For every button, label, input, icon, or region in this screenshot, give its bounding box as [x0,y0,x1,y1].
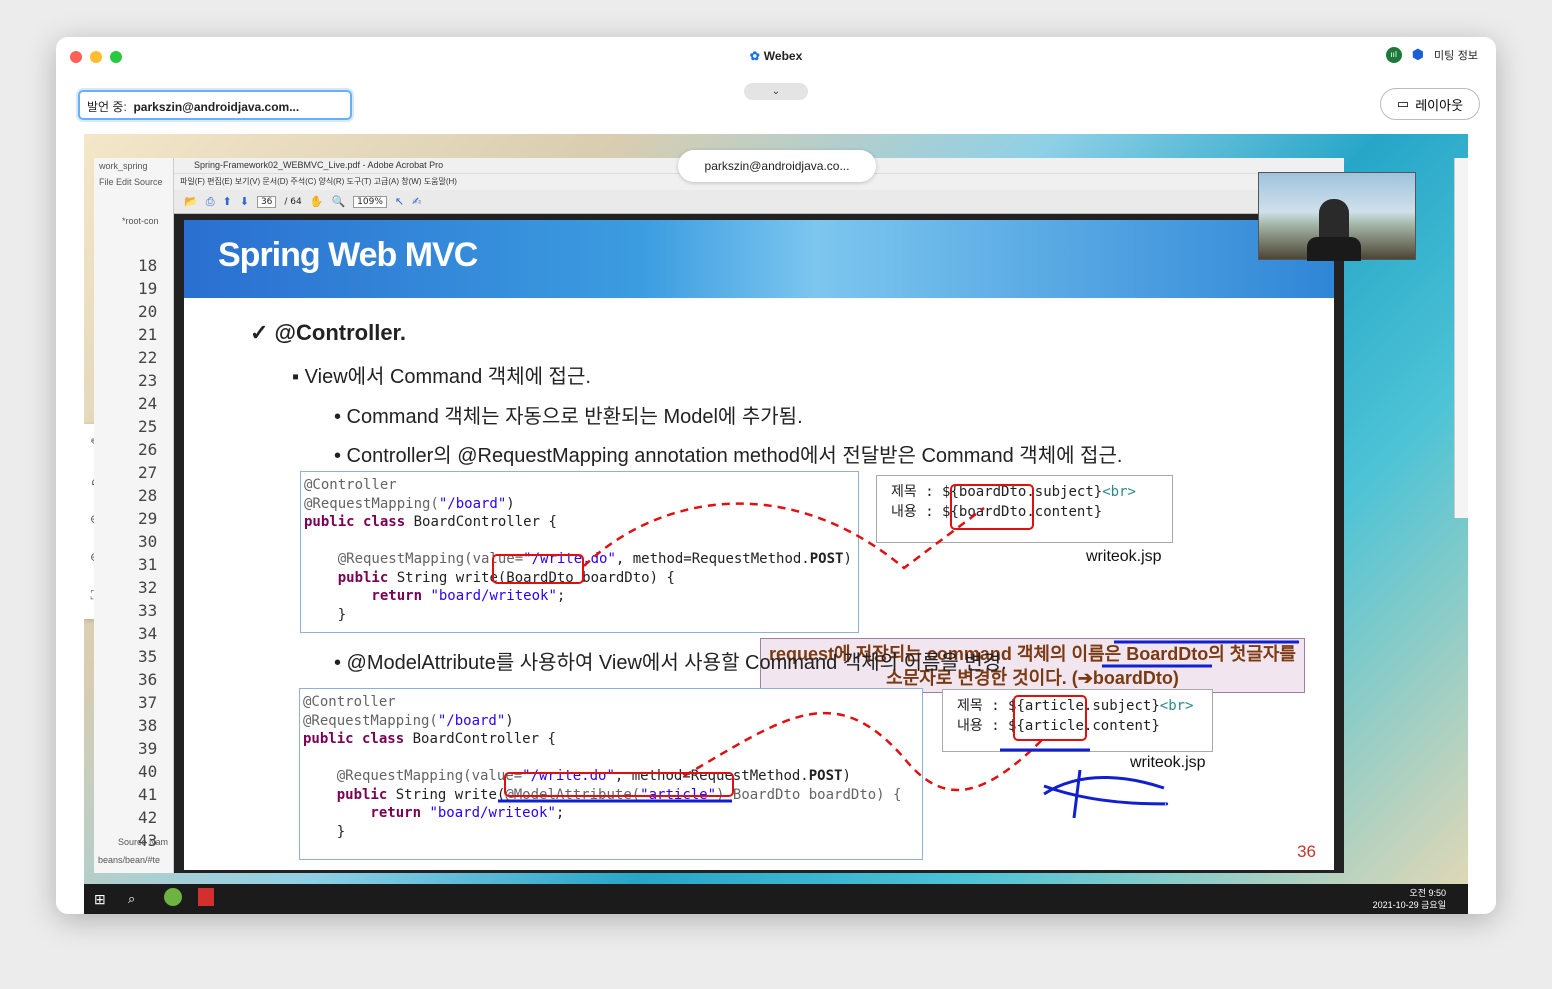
line-number: 36 [138,670,158,689]
self-video-thumbnail[interactable] [1258,172,1416,261]
line-number: 42 [138,808,158,827]
page-current-field[interactable]: 36 [256,195,277,208]
line-number: 28 [138,486,158,505]
jsp-caption-1: writeok.jsp [1086,548,1162,565]
ide-bottom-tabs[interactable]: Source Nam [118,837,168,847]
eclipse-ide-window: work_spring File Edit Source *root-con 1… [94,158,174,873]
page-total: / 64 [284,196,302,207]
hand-icon[interactable]: ✋ [310,195,324,208]
page-number: 36 [1297,842,1316,861]
bullet-2: • Command 객체는 자동으로 반환되는 Model에 추가됨. [334,406,803,428]
line-number: 38 [138,716,158,735]
acrobat-task-icon[interactable] [198,888,214,906]
line-number: 40 [138,762,158,781]
line-number: 18 [138,256,158,275]
shield-icon[interactable]: ⬢ [1412,47,1424,63]
slide-banner: Spring Web MVC [184,220,1334,298]
line-number: 22 [138,348,158,367]
print-icon[interactable]: ⎙ [206,195,215,209]
active-speaker-indicator: 발언 중: parkszin@androidjava.com... [78,90,352,120]
chevron-down-icon[interactable]: ⌄ [744,83,808,100]
right-toolbar [1454,158,1468,518]
sign-icon[interactable]: ✍ [412,195,421,208]
spring-tool-icon[interactable] [164,888,182,906]
pdf-page: Spring Web MVC ✓ @Controller. ▪ View에서 C… [184,220,1334,870]
up-arrow-icon[interactable]: ⬆ [223,195,232,208]
ide-title: work_spring [99,161,148,171]
line-number: 32 [138,578,158,597]
line-number: 37 [138,693,158,712]
clock-date: 2021-10-29 금요일 [1372,900,1446,910]
line-number: 21 [138,325,158,344]
line-number: 19 [138,279,158,298]
connection-signal-icon[interactable]: ııl [1385,47,1402,63]
zoom-field[interactable]: 109% [353,195,387,208]
bullet-3: • Controller의 @RequestMapping annotation… [334,445,1123,467]
search-icon[interactable]: ⌕ [128,891,135,907]
window-title: ✿ Webex [749,49,803,63]
meeting-info-button[interactable]: 미팅 정보 [1434,47,1478,63]
line-number: 33 [138,601,158,620]
ide-menu[interactable]: File Edit Source [94,174,173,190]
line-number: 35 [138,647,158,666]
select-arrow-icon[interactable]: ↖ [395,195,404,208]
down-arrow-icon[interactable]: ⬇ [240,195,249,208]
jsp-caption-2: writeok.jsp [1130,754,1206,771]
highlight-box-jsp2 [1013,695,1087,741]
ide-footer: beans/bean/#te [98,855,161,865]
webex-logo-icon: ✿ [749,49,760,63]
line-number: 34 [138,624,158,643]
webex-window: ✿ Webex ııl ⬢ 미팅 정보 발언 중: parkszin@androi… [56,37,1496,914]
line-number: 20 [138,302,158,321]
layout-button[interactable]: ▭ 레이아웃 [1380,88,1480,120]
slide-banner-title: Spring Web MVC [218,236,478,274]
shared-screen: ✎ ⌂ ⊕ ⊖ ⛶ work_spring File Edit Source *… [84,134,1468,914]
slide-heading: ✓ @Controller. [250,320,407,345]
clock-time: 오전 9:50 [1409,888,1446,898]
line-number: 25 [138,417,158,436]
line-number: 26 [138,440,158,459]
line-number: 29 [138,509,158,528]
highlight-box-boarddto [492,554,584,584]
line-numbers: 18 19 20 21 22 23 24 25 26 27 28 29 30 31 32 33 34 35 36 37… [130,254,170,852]
code-block-1: @Controller @RequestMapping("/board") pu… [300,471,859,633]
acrobat-toolbar: 📂 ⎙ ⬆ ⬇ 36 / 64 ✋ 🔍 109% ↖ ✍ [174,190,1344,214]
zoom-icon[interactable]: 🔍 [331,195,345,208]
line-number: 24 [138,394,158,413]
highlight-box-jsp1 [950,484,1034,530]
line-number: 39 [138,739,158,758]
taskbar-clock: 오전 9:50 2021-10-29 금요일 [1373,887,1446,911]
open-icon[interactable]: 📂 [184,195,198,208]
windows-taskbar: ⊞ ⌕ 오전 9:50 2021-10-29 금요일 [84,884,1468,914]
line-number: 27 [138,463,158,482]
line-number: 30 [138,532,158,551]
line-number: 41 [138,785,158,804]
line-number: 31 [138,555,158,574]
line-number: 23 [138,371,158,390]
bullet-1: ▪ View에서 Command 객체에 접근. [292,366,591,388]
sharer-name-tooltip: parkszin@androidjava.co... [678,150,876,182]
bullet-4: • @ModelAttribute를 사용하여 View에서 사용할 Comma… [334,652,1007,674]
ide-editor-tab[interactable]: *root-con [122,216,159,226]
highlight-box-modelattribute [504,772,734,797]
slide-body: ✓ @Controller. ▪ View에서 Command 객체에 접근. … [184,298,1334,870]
layout-icon: ▭ [1396,96,1410,111]
acrobat-window: Spring-Framework02_WEBMVC_Live.pdf - Ado… [174,158,1344,873]
windows-start-icon[interactable]: ⊞ [94,891,106,908]
